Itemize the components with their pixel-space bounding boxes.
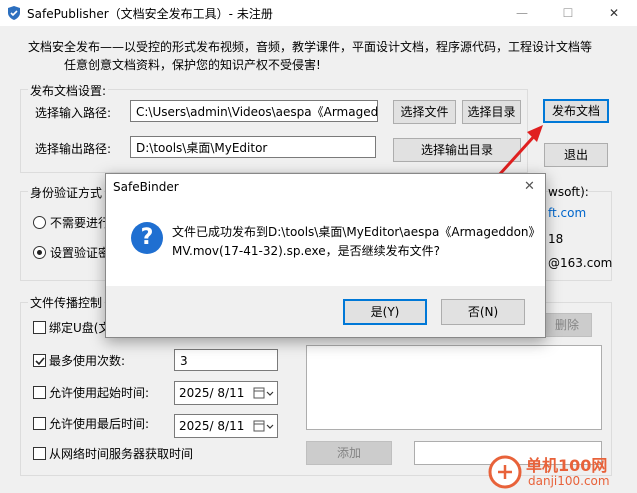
end-date-value: 2025/ 8/11 xyxy=(179,419,245,433)
publish-settings-label: 发布文档设置: xyxy=(28,82,109,99)
network-time-label: 从网络时间服务器获取时间 xyxy=(49,447,194,461)
contact-website-link[interactable]: ft.com xyxy=(548,206,586,220)
title-bar: SafePublisher（文档安全发布工具）- 未注册 — ☐ ✕ xyxy=(0,0,637,26)
machine-list-box[interactable] xyxy=(306,345,602,430)
bind-usb-label: 绑定U盘(文 xyxy=(49,321,111,335)
start-date-picker[interactable]: 2025/ 8/11 xyxy=(174,381,278,405)
safebinder-dialog: SafeBinder ✕ ? 文件已成功发布到D:\tools\桌面\MyEdi… xyxy=(105,173,546,338)
auth-group-label: 身份验证方式 xyxy=(28,184,105,201)
auth-password-radio[interactable] xyxy=(33,246,46,259)
dialog-message-line-1: 文件已成功发布到D:\tools\桌面\MyEditor\aespa《Armag… xyxy=(172,225,541,239)
watermark-logo-icon xyxy=(488,455,522,489)
minimize-button[interactable]: — xyxy=(499,0,545,26)
question-icon: ? xyxy=(131,222,163,254)
window-title: SafePublisher（文档安全发布工具）- 未注册 xyxy=(27,7,273,21)
close-button[interactable]: ✕ xyxy=(591,0,637,26)
end-time-checkbox[interactable] xyxy=(33,417,46,430)
start-date-value: 2025/ 8/11 xyxy=(179,386,245,400)
start-time-label: 允许使用起始时间: xyxy=(49,386,150,400)
bind-usb-checkbox[interactable] xyxy=(33,321,46,334)
start-time-checkbox[interactable] xyxy=(33,386,46,399)
max-uses-checkbox[interactable] xyxy=(33,354,46,367)
max-uses-field[interactable]: 3 xyxy=(174,349,278,371)
output-path-label: 选择输出路径: xyxy=(35,142,112,156)
calendar-dropdown-icon xyxy=(253,420,274,432)
dialog-message-line-2: MV.mov(17-41-32).sp.exe，是否继续发布文件? xyxy=(172,244,440,258)
description-line-1: 文档安全发布——以受控的形式发布视频，音频，教学课件，平面设计文档，程序源代码，… xyxy=(28,40,593,54)
delete-button[interactable]: 删除 xyxy=(542,313,592,337)
spread-control-label: 文件传播控制 xyxy=(28,294,105,311)
network-time-checkbox[interactable] xyxy=(33,447,46,460)
auth-none-radio[interactable] xyxy=(33,216,46,229)
output-path-field[interactable]: D:\tools\桌面\MyEditor xyxy=(130,136,376,158)
calendar-dropdown-icon xyxy=(253,387,274,399)
add-button[interactable]: 添加 xyxy=(306,441,392,465)
dialog-title: SafeBinder xyxy=(113,180,179,194)
end-time-label: 允许使用最后时间: xyxy=(49,417,150,431)
contact-info-line-1: wsoft): xyxy=(548,185,589,199)
dialog-yes-button[interactable]: 是(Y) xyxy=(343,299,427,325)
watermark-name: 单机100网 xyxy=(526,456,608,475)
maximize-button[interactable]: ☐ xyxy=(545,0,591,26)
input-path-label: 选择输入路径: xyxy=(35,106,112,120)
watermark-url: danji100.com xyxy=(528,474,610,488)
auth-password-label: 设置验证密 xyxy=(50,246,111,260)
app-shield-icon xyxy=(8,6,20,20)
contact-info-line-3: 18 xyxy=(548,232,564,246)
app-description: 文档安全发布——以受控的形式发布视频，音频，教学课件，平面设计文档，程序源代码，… xyxy=(28,38,592,74)
end-date-picker[interactable]: 2025/ 8/11 xyxy=(174,414,278,438)
checkmark-icon xyxy=(35,357,45,366)
auth-none-label: 不需要进行 xyxy=(50,216,111,230)
input-path-field[interactable]: C:\Users\admin\Videos\aespa《Armageddon xyxy=(130,100,378,122)
select-file-button[interactable]: 选择文件 xyxy=(393,100,456,124)
description-line-2: 任意创意文档资料，保护您的知识产权不受侵害! xyxy=(64,58,321,72)
max-uses-label: 最多使用次数: xyxy=(49,354,126,368)
contact-email: @163.com xyxy=(548,256,613,270)
dialog-close-button[interactable]: ✕ xyxy=(524,179,535,194)
dialog-title-bar: SafeBinder ✕ xyxy=(106,174,545,200)
dialog-no-button[interactable]: 否(N) xyxy=(441,299,525,325)
